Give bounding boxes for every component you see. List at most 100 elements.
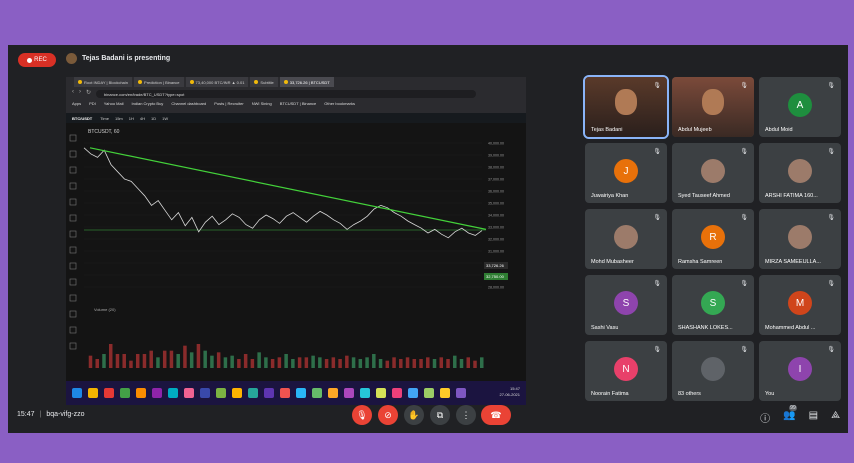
timeframe-option[interactable]: 1H [129,116,134,121]
camera-off-button[interactable]: ⊘ [378,405,398,425]
tab-title: 73,40,000 BTC/INR ▲ 0.01 [195,79,245,85]
browser-tab[interactable]: Subtitle [250,77,278,87]
timeframe-option[interactable]: Time [100,116,109,121]
people-icon[interactable]: 👥 99 [783,405,797,425]
taskbar-app-icon[interactable] [72,388,82,398]
taskbar-app-icon[interactable] [424,388,434,398]
reload-icon[interactable]: ↻ [86,89,91,96]
volume-bar [399,359,403,368]
bookmark-item[interactable]: PDI [89,101,96,106]
participant-avatar: S [614,291,638,315]
taskbar-app-icon[interactable] [344,388,354,398]
volume-bar [115,354,120,368]
address-bar[interactable]: binance.com/en/trade/BTC_USDT?type=spot [96,90,476,98]
taskbar-app-icon[interactable] [200,388,210,398]
browser-tab[interactable]: Prediction | Binance [134,77,184,87]
taskbar-app-icon[interactable] [312,388,322,398]
bookmark-item[interactable]: Yahoo Mail [104,101,124,106]
taskbar-app-icon[interactable] [184,388,194,398]
y-tick-label: 38,000.00 [488,166,504,170]
back-icon[interactable]: ‹ [72,89,74,96]
taskbar-app-icon[interactable] [328,388,338,398]
participant-photo [788,225,812,249]
bookmark-item[interactable]: BTCUSDT | Binance [280,101,317,106]
chat-icon[interactable]: ▤ [809,410,818,425]
taskbar-app-icon[interactable] [136,388,146,398]
participant-tile[interactable]: J 🎙 Juwairiya Khan [585,143,667,203]
timeframe-option[interactable]: 1W [162,116,168,121]
bookmark-item[interactable]: Channel dashboard [171,101,206,106]
volume-bar [291,359,295,368]
browser-tab[interactable]: Root INDAY | Blockchain [74,77,133,87]
participant-tile[interactable]: 🎙 83 others [672,341,754,401]
taskbar-app-icon[interactable] [104,388,114,398]
taskbar-app-icon[interactable] [152,388,162,398]
raise-hand-button[interactable]: ✋ [404,405,424,425]
taskbar-app-icon[interactable] [296,388,306,398]
taskbar-app-icon[interactable] [280,388,290,398]
end-call-icon: ☎ [490,409,502,420]
taskbar-app-icon[interactable] [456,388,466,398]
bookmark-item[interactable]: Posts | Recruiter [214,101,244,106]
participant-tile[interactable]: 🎙 Tejas Badani [583,75,669,139]
taskbar-app-icon[interactable] [120,388,130,398]
taskbar-app-icon[interactable] [88,388,98,398]
mic-muted-icon: 🎙 [653,281,661,287]
taskbar-app-icon[interactable] [232,388,242,398]
present-button[interactable]: ⧉ [430,405,450,425]
bookmark-item[interactable]: Other bookmarks [324,101,355,106]
forward-icon[interactable]: › [79,89,81,96]
participant-tile[interactable]: 🎙 Syed Tauseef Ahmed [672,143,754,203]
volume-bar [459,359,464,368]
y-tick-label: 35,000.00 [488,202,504,206]
timeframe-option[interactable]: 1D [151,116,156,121]
taskbar-app-icon[interactable] [376,388,386,398]
taskbar-app-icon[interactable] [392,388,402,398]
meeting-time: 15:47 [17,411,35,418]
favicon-icon [254,80,259,84]
bookmark-item[interactable]: Apps [72,101,81,106]
browser-tab[interactable]: 73,40,000 BTC/INR ▲ 0.01 [185,77,249,87]
participant-tile[interactable]: S 🎙 Sashi Vasu [585,275,667,335]
favicon-icon [138,80,143,84]
mic-off-button[interactable]: 🎙 [352,405,372,425]
participant-tile[interactable]: R 🎙 Ramsha Samreen [672,209,754,269]
participant-tile[interactable]: I 🎙 You [759,341,841,401]
taskbar-date: 27-06-2021 [499,392,520,397]
taskbar-app-icon[interactable] [408,388,418,398]
participant-grid: 🎙 Tejas Badani 🎙 Abdul Mujeeb A 🎙 Abdul Moid J 🎙… [583,75,841,401]
volume-bar [446,359,450,368]
participant-tile[interactable]: 🎙 ARSHI FATIMA 160... [759,143,841,203]
y-tick-label: 40,000.00 [488,142,504,146]
recording-badge: REC [18,53,56,67]
participant-name: Juwairiya Khan [591,193,629,199]
participant-tile[interactable]: N 🎙 Noorain Fatima [585,341,667,401]
taskbar-app-icon[interactable] [440,388,450,398]
presenter-avatar [66,53,77,64]
taskbar-app-icon[interactable] [360,388,370,398]
taskbar-app-icon[interactable] [216,388,226,398]
end-call-button[interactable]: ☎ [481,405,511,425]
taskbar-app-icon[interactable] [168,388,178,398]
volume-bar [223,357,228,368]
people-count: 99 [789,405,797,411]
info-icon[interactable]: ⓘ [760,410,770,425]
participant-tile[interactable]: M 🎙 Mohammed Abdul ... [759,275,841,335]
volume-bar [210,355,214,368]
timeframe-option[interactable]: 15m [115,116,123,121]
more-options-button[interactable]: ⋮ [456,405,476,425]
price-chart[interactable]: 40,000.00 39,000.00 38,000.00 37,000.00 36,0… [66,123,526,381]
participant-name: Ramsha Samreen [678,259,723,265]
timeframe-option[interactable]: 4H [140,116,145,121]
activities-icon[interactable]: ⟁ [831,410,840,425]
taskbar-app-icon[interactable] [248,388,258,398]
browser-tab[interactable]: 33,726.26 | BTCUSDT [279,77,334,87]
participant-tile[interactable]: A 🎙 Abdul Moid [759,77,841,137]
bookmark-item[interactable]: NWI Sining [252,101,272,106]
participant-tile[interactable]: S 🎙 SHASHANK LOKES... [672,275,754,335]
taskbar-app-icon[interactable] [264,388,274,398]
bookmark-item[interactable]: Indian Crypto Buy [132,101,164,106]
participant-tile[interactable]: 🎙 Abdul Mujeeb [672,77,754,137]
participant-tile[interactable]: 🎙 MIRZA SAMEEULLA... [759,209,841,269]
participant-tile[interactable]: 🎙 Mohd Mubasheer [585,209,667,269]
